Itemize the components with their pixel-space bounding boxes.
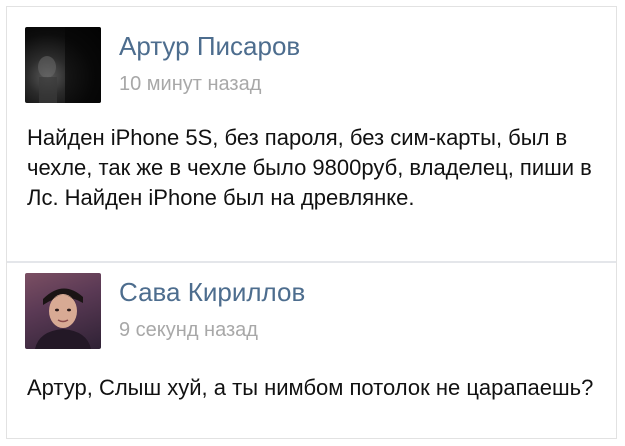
comment-thread: Артур Писаров 10 минут назад Найден iPho… [6, 6, 617, 439]
avatar-photo-icon [35, 288, 91, 349]
author-name-link[interactable]: Сава Кириллов [119, 277, 305, 308]
comment-text: Найден iPhone 5S, без пароля, без сим-ка… [27, 125, 592, 210]
avatar[interactable] [25, 273, 101, 349]
comment-timestamp[interactable]: 9 секунд назад [119, 319, 258, 342]
comment-item: Сава Кириллов 9 секунд назад Артур, Слыш… [7, 263, 616, 438]
avatar-photo-icon [38, 27, 101, 103]
author-name-link[interactable]: Артур Писаров [119, 31, 300, 62]
avatar[interactable] [25, 27, 101, 103]
comment-item: Артур Писаров 10 минут назад Найден iPho… [7, 7, 616, 261]
comment-timestamp[interactable]: 10 минут назад [119, 73, 261, 96]
comment-text: Артур, Слыш хуй, а ты нимбом потолок не … [27, 375, 594, 400]
